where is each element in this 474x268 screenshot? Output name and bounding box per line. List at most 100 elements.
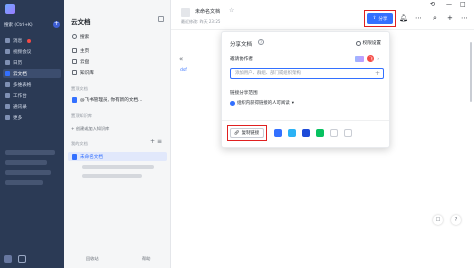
- image-export-icon[interactable]: [330, 129, 338, 137]
- blurred-doc-entry[interactable]: [82, 165, 154, 169]
- share-popover-title: 分享文档: [230, 42, 253, 48]
- blurred-chat-entry[interactable]: [5, 150, 55, 155]
- contacts-icon: [5, 104, 10, 109]
- home-icon: [72, 48, 77, 53]
- blurred-chat-entry[interactable]: [5, 180, 43, 185]
- sidebar-item-home[interactable]: 主页: [68, 46, 167, 55]
- add-icon[interactable]: +: [375, 69, 380, 78]
- link-scope-dropdown[interactable]: 组织内获得链接的人可阅读 ▾: [230, 100, 294, 106]
- expand-outline-icon[interactable]: «: [179, 55, 183, 63]
- sidebar-item-wiki[interactable]: 知识库: [68, 68, 167, 77]
- organization-icon: [230, 100, 235, 106]
- star-icon[interactable]: ☆: [229, 7, 234, 14]
- help-icon[interactable]: ?: [451, 215, 461, 225]
- bell-icon[interactable]: 🔔︎: [399, 14, 408, 22]
- nav-item-label: 消息: [13, 38, 23, 44]
- settings-icon[interactable]: [18, 255, 26, 263]
- doc-title[interactable]: 未命名文档: [195, 8, 220, 15]
- sidebar-item-label: 云盘: [80, 59, 90, 65]
- scrollbar[interactable]: [470, 42, 472, 102]
- pinned-docs-heading: 置顶文档: [71, 86, 88, 91]
- wechat-icon[interactable]: [316, 129, 324, 137]
- my-doc-item-active[interactable]: 未命名文档: [68, 152, 167, 161]
- create-plus-icon[interactable]: +: [53, 21, 60, 28]
- copy-link-button[interactable]: 🔗︎ 复制链接: [230, 128, 264, 138]
- share-icon: ⇪: [372, 16, 377, 21]
- history-icon[interactable]: ⟲: [430, 1, 435, 8]
- doc-icon: [181, 8, 190, 17]
- nav-item-label: 多维表格: [13, 82, 32, 88]
- nav-item-docs[interactable]: 云文档: [3, 69, 61, 78]
- collaborator-avatars[interactable]: 飞 ›: [355, 55, 379, 62]
- pinned-doc-item[interactable]: @飞书管理员, 你有新的文档...: [68, 95, 167, 104]
- nav-item-contacts[interactable]: 通讯录: [3, 102, 61, 111]
- minimize-icon[interactable]: —: [446, 1, 452, 8]
- copy-link-label: 复制链接: [241, 131, 260, 136]
- more-icon[interactable]: ⋯: [415, 14, 422, 22]
- help-link[interactable]: 帮助: [142, 256, 150, 262]
- doc-toolbar: 未命名文档 ☆ 最近修改: 昨天 23:25 ⇪ 分享 🔔︎ ⋯ ⌕ + ⋯: [171, 0, 474, 30]
- nav-item-workspace[interactable]: 工作台: [3, 91, 61, 100]
- add-collaborator-placeholder: 添加用户、群组、部门或组织架构: [235, 71, 301, 76]
- link-scope-value: 组织内获得链接的人可阅读: [237, 101, 290, 106]
- sidebar-item-cloud[interactable]: 云盘: [68, 57, 167, 66]
- doc-icon: [72, 96, 77, 103]
- sidebar-item-label: 知识库: [80, 70, 94, 76]
- blurred-chat-entry[interactable]: [5, 170, 51, 175]
- gear-icon: [355, 40, 361, 46]
- video-icon: [5, 49, 10, 54]
- docs-search[interactable]: 搜索: [68, 32, 167, 41]
- add-doc-icon[interactable]: + ≡: [150, 138, 162, 145]
- add-icon[interactable]: +: [447, 14, 453, 22]
- more-share-icon[interactable]: [344, 129, 352, 137]
- more-icon: [5, 115, 10, 120]
- doc-body-text[interactable]: dsf: [180, 68, 187, 73]
- app-navigation: 搜索 (Ctrl+K) + 消息 视频会议 日历 云文档 多维表格 工作台 通讯…: [0, 0, 64, 268]
- more-options-icon[interactable]: ⋯: [461, 14, 468, 22]
- nav-item-label: 云文档: [13, 71, 27, 77]
- nav-item-calendar[interactable]: 日历: [3, 58, 61, 67]
- doc-icon: [72, 153, 77, 160]
- pinned-wiki-heading: 置顶知识库: [71, 113, 92, 118]
- user-avatar[interactable]: [4, 255, 12, 263]
- permission-settings-button[interactable]: 权限设置: [355, 40, 381, 46]
- docs-search-label: 搜索: [80, 34, 90, 40]
- workspace-icon: [5, 93, 10, 98]
- unread-badge: [27, 38, 32, 43]
- cloud-doc-icon: [5, 71, 10, 76]
- global-search-label: 搜索 (Ctrl+K): [4, 22, 33, 28]
- share-button[interactable]: ⇪ 分享: [367, 13, 393, 24]
- share-to-app-icon[interactable]: [288, 129, 296, 137]
- sidebar-item-label: 主页: [80, 48, 90, 54]
- chevron-down-icon: ▾: [291, 100, 294, 106]
- blurred-chat-entry[interactable]: [5, 160, 47, 165]
- add-collaborator-input[interactable]: 添加用户、群组、部门或组织架构 +: [230, 68, 384, 79]
- global-search[interactable]: 搜索 (Ctrl+K) +: [4, 20, 60, 29]
- collapse-sidebar-icon[interactable]: [158, 16, 164, 22]
- nav-item-video[interactable]: 视频会议: [3, 47, 61, 56]
- search-icon[interactable]: ⌕: [433, 14, 437, 23]
- collaborator-avatar: 飞: [367, 55, 375, 62]
- share-to-lark-icon[interactable]: [274, 129, 282, 137]
- maximize-icon[interactable]: □: [460, 1, 466, 8]
- invite-collaborators-label: 邀请协作者: [230, 57, 253, 62]
- create-wiki-link[interactable]: + 创建或加入知识库: [71, 126, 109, 132]
- nav-item-label: 视频会议: [13, 49, 32, 55]
- wiki-icon: [72, 70, 77, 75]
- comment-icon[interactable]: ☐: [433, 215, 443, 225]
- calendar-icon: [5, 60, 10, 65]
- share-to-docs-icon[interactable]: [302, 129, 310, 137]
- permission-settings-label: 权限设置: [362, 41, 381, 46]
- table-icon: [5, 82, 10, 87]
- help-icon[interactable]: ?: [258, 39, 264, 45]
- my-doc-label: 未命名文档: [80, 154, 103, 160]
- share-button-label: 分享: [378, 16, 388, 22]
- app-logo: [5, 4, 15, 14]
- nav-item-more[interactable]: 更多: [3, 113, 61, 122]
- nav-item-bitable[interactable]: 多维表格: [3, 80, 61, 89]
- blurred-doc-entry[interactable]: [82, 174, 142, 178]
- trash-link[interactable]: 回收站: [86, 256, 99, 262]
- nav-item-label: 工作台: [13, 93, 27, 99]
- doc-last-modified: 最近修改: 昨天 23:25: [181, 19, 221, 24]
- nav-item-messages[interactable]: 消息: [3, 36, 61, 45]
